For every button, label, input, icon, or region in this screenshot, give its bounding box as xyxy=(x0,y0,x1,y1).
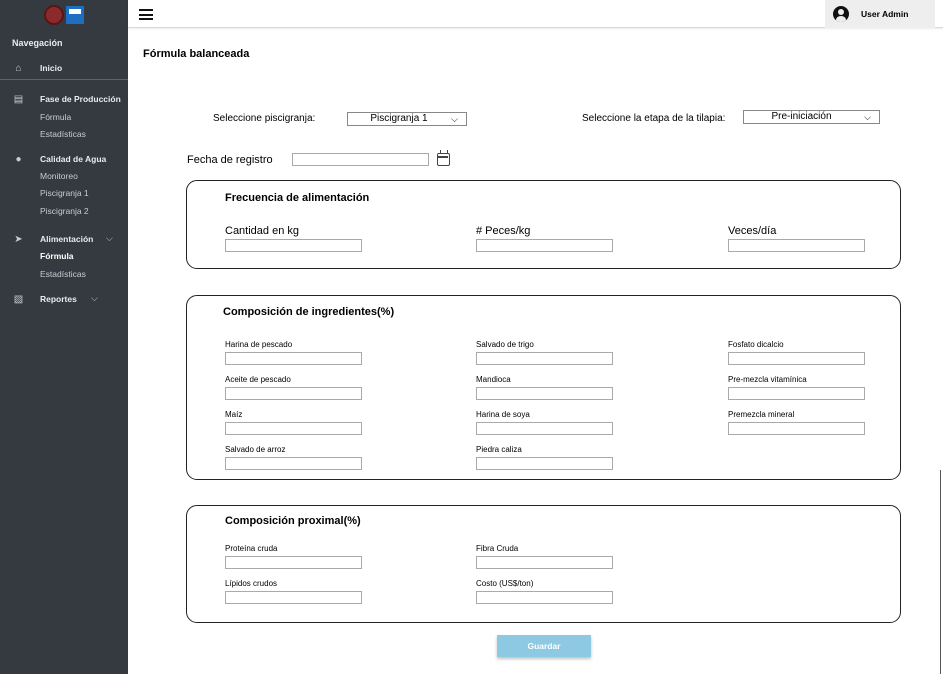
premezcla-vitaminica-input[interactable] xyxy=(728,387,865,400)
aceite-pescado-label: Aceite de pescado xyxy=(225,375,291,384)
page-title: Fórmula balanceada xyxy=(143,48,250,60)
etapa-select-value: Pre-iniciación xyxy=(771,111,832,122)
aceite-pescado-input[interactable] xyxy=(225,387,362,400)
proximal-title: Composición proximal(%) xyxy=(225,515,361,527)
fosfato-input[interactable] xyxy=(728,352,865,365)
proteina-input[interactable] xyxy=(225,556,362,569)
salvado-arroz-input[interactable] xyxy=(225,457,362,470)
sidebar-item-label: Reportes xyxy=(40,294,77,304)
costo-label: Costo (US$/ton) xyxy=(476,579,534,588)
piedra-caliza-label: Piedra caliza xyxy=(476,445,522,454)
scrollbar[interactable] xyxy=(940,470,941,674)
ingredientes-title: Composición de ingredientes(%) xyxy=(223,306,395,318)
sidebar-item-fase[interactable]: ▤ Fase de Producción xyxy=(0,92,128,108)
salvado-arroz-label: Salvado de arroz xyxy=(225,445,286,454)
sidebar-subitem-alimentacion-formula[interactable]: Fórmula xyxy=(40,251,74,261)
chevron-down-icon: ⌵ xyxy=(864,112,871,122)
ingredientes-card: Composición de ingredientes(%) Harina de… xyxy=(186,295,901,480)
sidebar-item-alimentacion[interactable]: ➤ Alimentación ⌵ xyxy=(0,232,128,248)
fecha-label: Fecha de registro xyxy=(187,154,273,166)
user-avatar-icon xyxy=(833,6,849,22)
fosfato-label: Fosfato dicalcio xyxy=(728,340,784,349)
sidebar-item-label: Alimentación xyxy=(40,234,94,244)
home-icon: ⌂ xyxy=(15,63,22,74)
cantidad-label: Cantidad en kg xyxy=(225,225,299,237)
save-button[interactable]: Guardar xyxy=(497,635,591,657)
nav-divider xyxy=(0,79,128,80)
maiz-label: Maíz xyxy=(225,410,243,419)
sidebar-item-calidad[interactable]: ● Calidad de Agua xyxy=(0,152,128,168)
sidebar-subitem-alimentacion-estadisticas[interactable]: Estadísticas xyxy=(40,269,86,279)
sidebar-subitem-piscigranja-2[interactable]: Piscigranja 2 xyxy=(40,206,89,216)
chevron-down-icon: ⌵ xyxy=(91,293,98,303)
mandioca-input[interactable] xyxy=(476,387,613,400)
menu-toggle-icon[interactable] xyxy=(139,9,153,20)
proximal-card: Composición proximal(%) Proteína cruda L… xyxy=(186,505,901,623)
university-seal-icon xyxy=(44,5,64,25)
fibra-label: Fibra Cruda xyxy=(476,544,519,553)
production-icon: ▤ xyxy=(13,94,24,105)
sidebar-subitem-monitoreo[interactable]: Monitoreo xyxy=(40,171,78,181)
logo xyxy=(44,5,84,27)
reports-icon: ▧ xyxy=(13,294,24,305)
cantidad-input[interactable] xyxy=(225,239,362,252)
sidebar-item-reportes[interactable]: ▧ Reportes ⌵ xyxy=(0,292,128,308)
piedra-caliza-input[interactable] xyxy=(476,457,613,470)
water-drop-icon: ● xyxy=(15,154,22,165)
sidebar-subitem-fase-formula[interactable]: Fórmula xyxy=(40,112,71,122)
piscigranja-label: Seleccione piscigranja: xyxy=(213,113,316,124)
mandioca-label: Mandioca xyxy=(476,375,511,384)
salvado-trigo-label: Salvado de trigo xyxy=(476,340,534,349)
veces-label: Veces/día xyxy=(728,225,777,237)
sidebar-subitem-piscigranja-1[interactable]: Piscigranja 1 xyxy=(40,188,89,198)
chevron-down-icon: ⌵ xyxy=(451,114,458,124)
premezcla-mineral-input[interactable] xyxy=(728,422,865,435)
sidebar-item-label: Calidad de Agua xyxy=(40,154,107,164)
harina-pescado-input[interactable] xyxy=(225,352,362,365)
etapa-label: Seleccione la etapa de la tilapia: xyxy=(582,113,726,124)
proteina-label: Proteína cruda xyxy=(225,544,278,553)
sidebar-item-inicio[interactable]: ⌂ Inicio xyxy=(0,61,128,77)
sidebar-subitem-fase-estadisticas[interactable]: Estadísticas xyxy=(40,129,86,139)
harina-soya-label: Harina de soya xyxy=(476,410,530,419)
lipidos-label: Lípidos crudos xyxy=(225,579,278,588)
calendar-icon[interactable] xyxy=(437,150,450,166)
nav-title: Navegación xyxy=(12,38,63,48)
costo-input[interactable] xyxy=(476,591,613,604)
peces-label: # Peces/kg xyxy=(476,225,531,237)
brand-logo-icon xyxy=(66,6,84,24)
harina-pescado-label: Harina de pescado xyxy=(225,340,293,349)
salvado-trigo-input[interactable] xyxy=(476,352,613,365)
fecha-input[interactable] xyxy=(292,153,429,166)
maiz-input[interactable] xyxy=(225,422,362,435)
user-menu[interactable]: User Admin xyxy=(825,0,935,28)
piscigranja-select-value: Piscigranja 1 xyxy=(370,113,428,124)
veces-input[interactable] xyxy=(728,239,865,252)
premezcla-vitaminica-label: Pre-mezcla vitamínica xyxy=(728,375,807,384)
piscigranja-select[interactable]: Piscigranja 1 ⌵ xyxy=(347,112,467,126)
lipidos-input[interactable] xyxy=(225,591,362,604)
sidebar: Navegación ⌂ Inicio ▤ Fase de Producción… xyxy=(0,0,128,674)
etapa-select[interactable]: Pre-iniciación ⌵ xyxy=(743,110,880,124)
sidebar-item-label: Inicio xyxy=(40,63,63,73)
top-bar: User Admin xyxy=(128,0,943,28)
frecuencia-card: Frecuencia de alimentación Cantidad en k… xyxy=(186,180,901,269)
fibra-input[interactable] xyxy=(476,556,613,569)
sidebar-item-label: Fase de Producción xyxy=(40,94,121,104)
frecuencia-title: Frecuencia de alimentación xyxy=(225,192,370,204)
user-name: User Admin xyxy=(861,9,909,19)
fish-icon: ➤ xyxy=(14,234,23,245)
harina-soya-input[interactable] xyxy=(476,422,613,435)
chevron-down-icon: ⌵ xyxy=(106,233,113,243)
peces-input[interactable] xyxy=(476,239,613,252)
premezcla-mineral-label: Premezcla mineral xyxy=(728,410,795,419)
